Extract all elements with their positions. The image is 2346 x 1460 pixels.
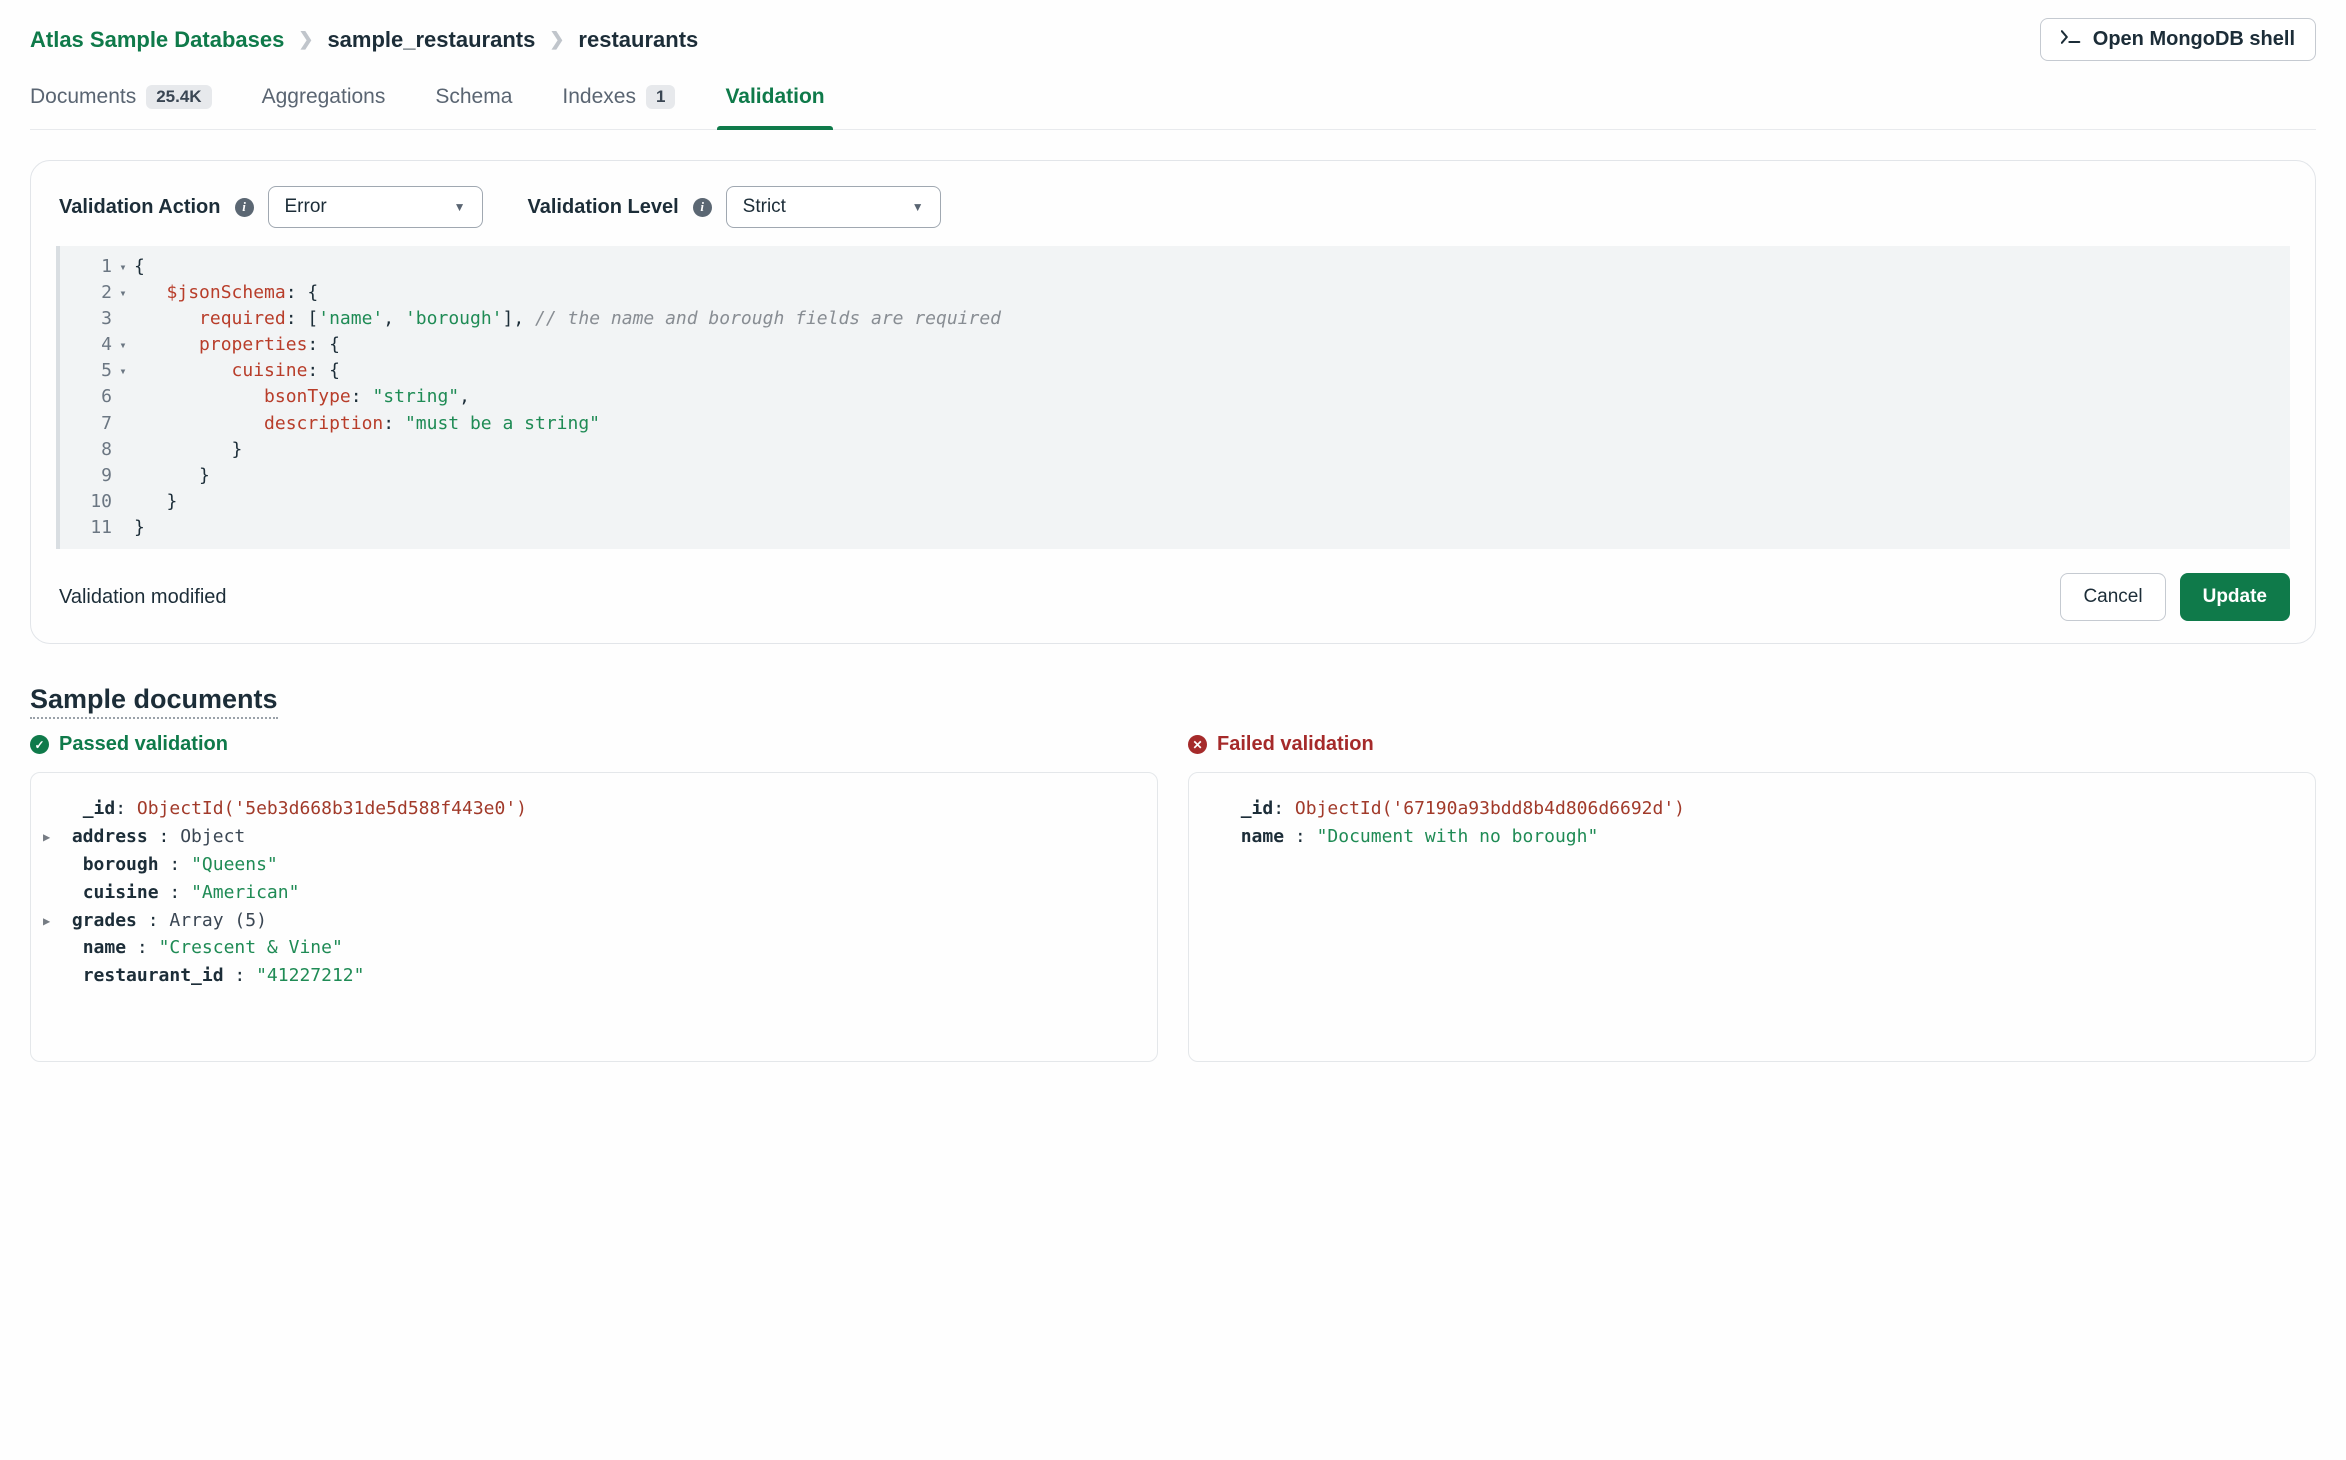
breadcrumb-db[interactable]: sample_restaurants <box>327 27 535 53</box>
validation-level-label: Validation Level <box>528 196 679 219</box>
breadcrumb: Atlas Sample Databases ❯ sample_restaura… <box>30 27 698 53</box>
failed-document: _id: ObjectId('67190a93bdd8b4d806d6692d'… <box>1188 772 2316 1062</box>
open-shell-label: Open MongoDB shell <box>2093 28 2295 51</box>
validation-level-select[interactable]: Strict ▼ <box>726 186 941 228</box>
tab-label: Schema <box>435 85 512 109</box>
breadcrumb-collection[interactable]: restaurants <box>578 27 698 53</box>
tab-aggregations[interactable]: Aggregations <box>262 83 386 129</box>
cancel-button[interactable]: Cancel <box>2060 573 2165 621</box>
failed-label: Failed validation <box>1217 733 1374 756</box>
expand-icon[interactable]: ▶ <box>43 828 61 847</box>
chevron-right-icon: ❯ <box>298 29 313 50</box>
validation-editor[interactable]: 1▾{ 2▾ $jsonSchema: { 3 required: ['name… <box>56 246 2290 549</box>
tab-schema[interactable]: Schema <box>435 83 512 129</box>
documents-count-badge: 25.4K <box>146 85 211 109</box>
passed-label: Passed validation <box>59 733 228 756</box>
tabs: Documents 25.4K Aggregations Schema Inde… <box>30 83 2316 130</box>
info-icon[interactable]: i <box>693 198 712 217</box>
tab-label: Documents <box>30 85 136 109</box>
update-button[interactable]: Update <box>2180 573 2290 621</box>
passed-validation-heading: ✓ Passed validation <box>30 733 1158 756</box>
tab-label: Indexes <box>562 85 636 109</box>
select-value: Error <box>285 196 327 218</box>
tab-label: Validation <box>725 85 824 109</box>
chevron-right-icon: ❯ <box>549 29 564 50</box>
caret-down-icon: ▼ <box>454 200 466 214</box>
passed-document: _id: ObjectId('5eb3d668b31de5d588f443e0'… <box>30 772 1158 1062</box>
validation-panel: Validation Action i Error ▼ Validation L… <box>30 160 2316 644</box>
info-icon[interactable]: i <box>235 198 254 217</box>
tab-label: Aggregations <box>262 85 386 109</box>
tab-indexes[interactable]: Indexes 1 <box>562 83 675 129</box>
validation-modified-msg: Validation modified <box>59 586 227 609</box>
failed-validation-heading: ✕ Failed validation <box>1188 733 2316 756</box>
terminal-icon <box>2061 28 2081 51</box>
expand-icon[interactable]: ▶ <box>43 912 61 931</box>
caret-down-icon: ▼ <box>912 200 924 214</box>
tab-documents[interactable]: Documents 25.4K <box>30 83 212 129</box>
breadcrumb-root[interactable]: Atlas Sample Databases <box>30 27 284 53</box>
select-value: Strict <box>743 196 786 218</box>
open-shell-button[interactable]: Open MongoDB shell <box>2040 18 2316 61</box>
validation-action-select[interactable]: Error ▼ <box>268 186 483 228</box>
validation-action-label: Validation Action <box>59 196 221 219</box>
x-circle-icon: ✕ <box>1188 735 1207 754</box>
tab-validation[interactable]: Validation <box>725 83 824 129</box>
check-circle-icon: ✓ <box>30 735 49 754</box>
indexes-count-badge: 1 <box>646 85 675 109</box>
sample-documents-title: Sample documents <box>30 684 278 719</box>
